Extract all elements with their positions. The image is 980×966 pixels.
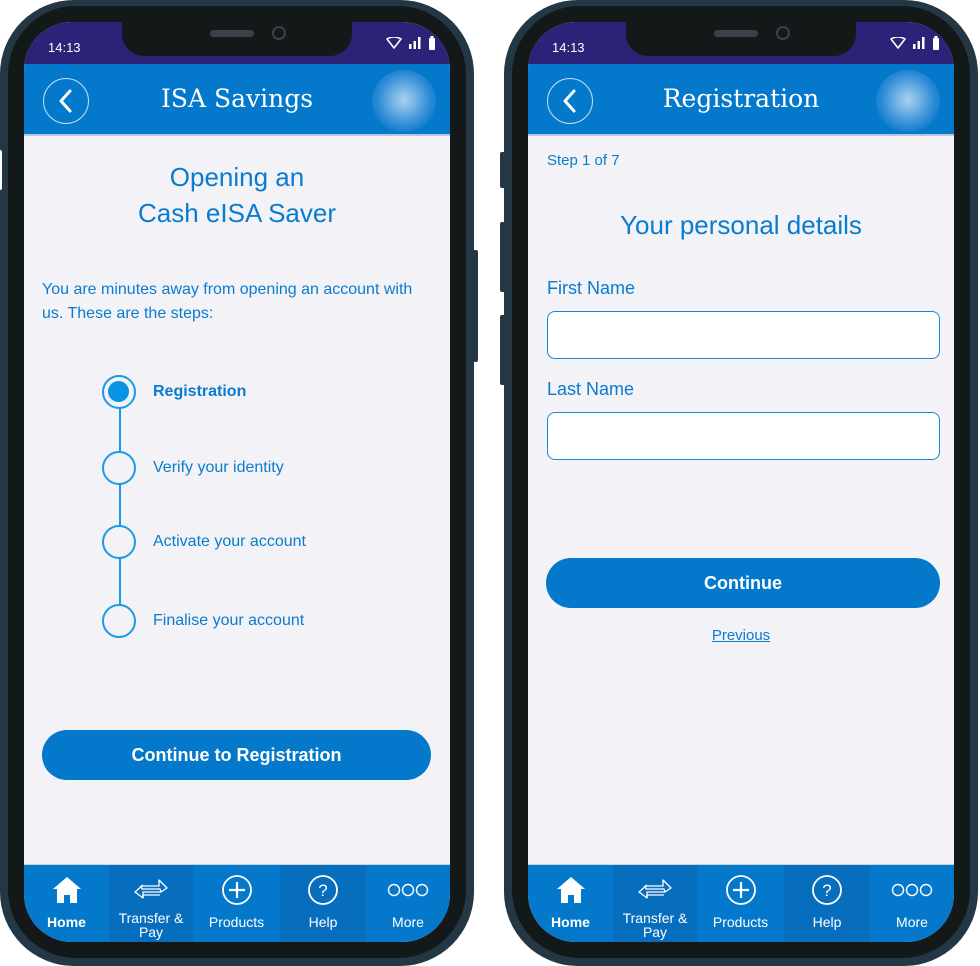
tab-label: Help bbox=[308, 914, 338, 930]
tab-label: Products bbox=[712, 914, 769, 930]
step-label: Verify your identity bbox=[153, 459, 284, 476]
first-name-label: First Name bbox=[547, 278, 636, 298]
step-item: Activate your account bbox=[102, 524, 306, 560]
step-label: Registration bbox=[153, 383, 247, 400]
wifi-icon bbox=[386, 37, 402, 49]
tab-label: Transfer & Pay bbox=[622, 910, 688, 940]
tab-label: Transfer & Pay bbox=[118, 910, 184, 940]
phone-frame-left: 14:13 ISA Savings Opening an Cash eISA S… bbox=[0, 0, 478, 966]
avatar[interactable] bbox=[876, 70, 940, 132]
step-indicator bbox=[102, 525, 136, 559]
continue-button[interactable]: Continue bbox=[546, 558, 940, 608]
tab-label: More bbox=[896, 914, 928, 930]
tab-products[interactable]: Products bbox=[193, 865, 280, 942]
heading-line-2: Cash eISA Saver bbox=[138, 198, 336, 228]
svg-text:?: ? bbox=[318, 881, 327, 900]
home-icon bbox=[52, 877, 81, 903]
tab-label: Home bbox=[551, 914, 590, 930]
more-dots-icon bbox=[387, 883, 429, 897]
intro-text: You are minutes away from opening an acc… bbox=[42, 281, 413, 322]
tab-label: Help bbox=[812, 914, 842, 930]
side-button bbox=[500, 222, 506, 292]
status-time: 14:13 bbox=[552, 40, 585, 55]
phone-frame-right: 14:13 Registration Step 1 of 7 Your pers… bbox=[500, 0, 978, 966]
tab-home[interactable]: Home bbox=[528, 865, 613, 942]
signal-icon bbox=[913, 37, 925, 49]
tab-more[interactable]: More bbox=[366, 865, 450, 942]
step-item: Registration bbox=[102, 374, 246, 410]
notch bbox=[122, 22, 352, 56]
tab-label: Home bbox=[47, 914, 86, 930]
main-content: Step 1 of 7 Your personal details First … bbox=[528, 138, 954, 864]
transfer-arrows-icon bbox=[134, 879, 168, 899]
status-time: 14:13 bbox=[48, 40, 81, 55]
screen-isa-savings: 14:13 ISA Savings Opening an Cash eISA S… bbox=[24, 22, 450, 942]
tab-products[interactable]: Products bbox=[697, 865, 784, 942]
first-name-input[interactable] bbox=[547, 311, 940, 359]
last-name-label: Last Name bbox=[547, 379, 635, 399]
step-item: Finalise your account bbox=[102, 603, 304, 639]
wifi-icon bbox=[890, 37, 906, 49]
more-dots-icon bbox=[891, 883, 933, 897]
side-button bbox=[0, 150, 2, 190]
step-indicator-active bbox=[102, 375, 136, 409]
tab-home[interactable]: Home bbox=[24, 865, 109, 942]
status-bar: 14:13 bbox=[24, 22, 450, 64]
steps-list: Registration Verify your identity Activa… bbox=[102, 374, 402, 638]
section-heading: Your personal details bbox=[620, 210, 862, 240]
tab-transfer-pay[interactable]: Transfer & Pay bbox=[109, 865, 193, 942]
heading-line-1: Opening an bbox=[169, 162, 305, 192]
step-counter: Step 1 of 7 bbox=[547, 152, 620, 169]
side-button bbox=[500, 315, 506, 385]
step-label: Activate your account bbox=[153, 533, 306, 550]
step-indicator bbox=[102, 604, 136, 638]
step-item: Verify your identity bbox=[102, 450, 284, 486]
question-circle-icon: ? bbox=[308, 875, 338, 905]
tab-label: More bbox=[392, 914, 424, 930]
notch bbox=[626, 22, 856, 56]
bottom-tab-bar: Home Transfer & Pay Products ? Help More bbox=[24, 864, 450, 942]
last-name-input[interactable] bbox=[547, 412, 940, 460]
transfer-arrows-icon bbox=[638, 879, 672, 899]
bottom-tab-bar: Home Transfer & Pay Products ? Help More bbox=[528, 864, 954, 942]
main-content: Opening an Cash eISA Saver You are minut… bbox=[24, 138, 450, 864]
tab-more[interactable]: More bbox=[870, 865, 954, 942]
tab-transfer-pay[interactable]: Transfer & Pay bbox=[613, 865, 697, 942]
battery-icon bbox=[933, 36, 939, 50]
svg-text:?: ? bbox=[822, 881, 831, 900]
tab-help[interactable]: ? Help bbox=[784, 865, 870, 942]
step-indicator bbox=[102, 451, 136, 485]
step-label: Finalise your account bbox=[153, 612, 305, 629]
app-bar: ISA Savings bbox=[24, 64, 450, 136]
home-icon bbox=[556, 877, 585, 903]
plus-circle-icon bbox=[725, 875, 756, 905]
signal-icon bbox=[409, 37, 421, 49]
avatar[interactable] bbox=[372, 70, 436, 132]
plus-circle-icon bbox=[221, 875, 252, 905]
previous-link[interactable]: Previous bbox=[528, 627, 954, 644]
battery-icon bbox=[429, 36, 435, 50]
side-button bbox=[500, 152, 506, 188]
tab-help[interactable]: ? Help bbox=[280, 865, 366, 942]
app-bar: Registration bbox=[528, 64, 954, 136]
status-bar: 14:13 bbox=[528, 22, 954, 64]
tab-label: Products bbox=[208, 914, 265, 930]
question-circle-icon: ? bbox=[812, 875, 842, 905]
screen-registration: 14:13 Registration Step 1 of 7 Your pers… bbox=[528, 22, 954, 942]
side-button bbox=[472, 250, 478, 362]
continue-to-registration-button[interactable]: Continue to Registration bbox=[42, 730, 431, 780]
